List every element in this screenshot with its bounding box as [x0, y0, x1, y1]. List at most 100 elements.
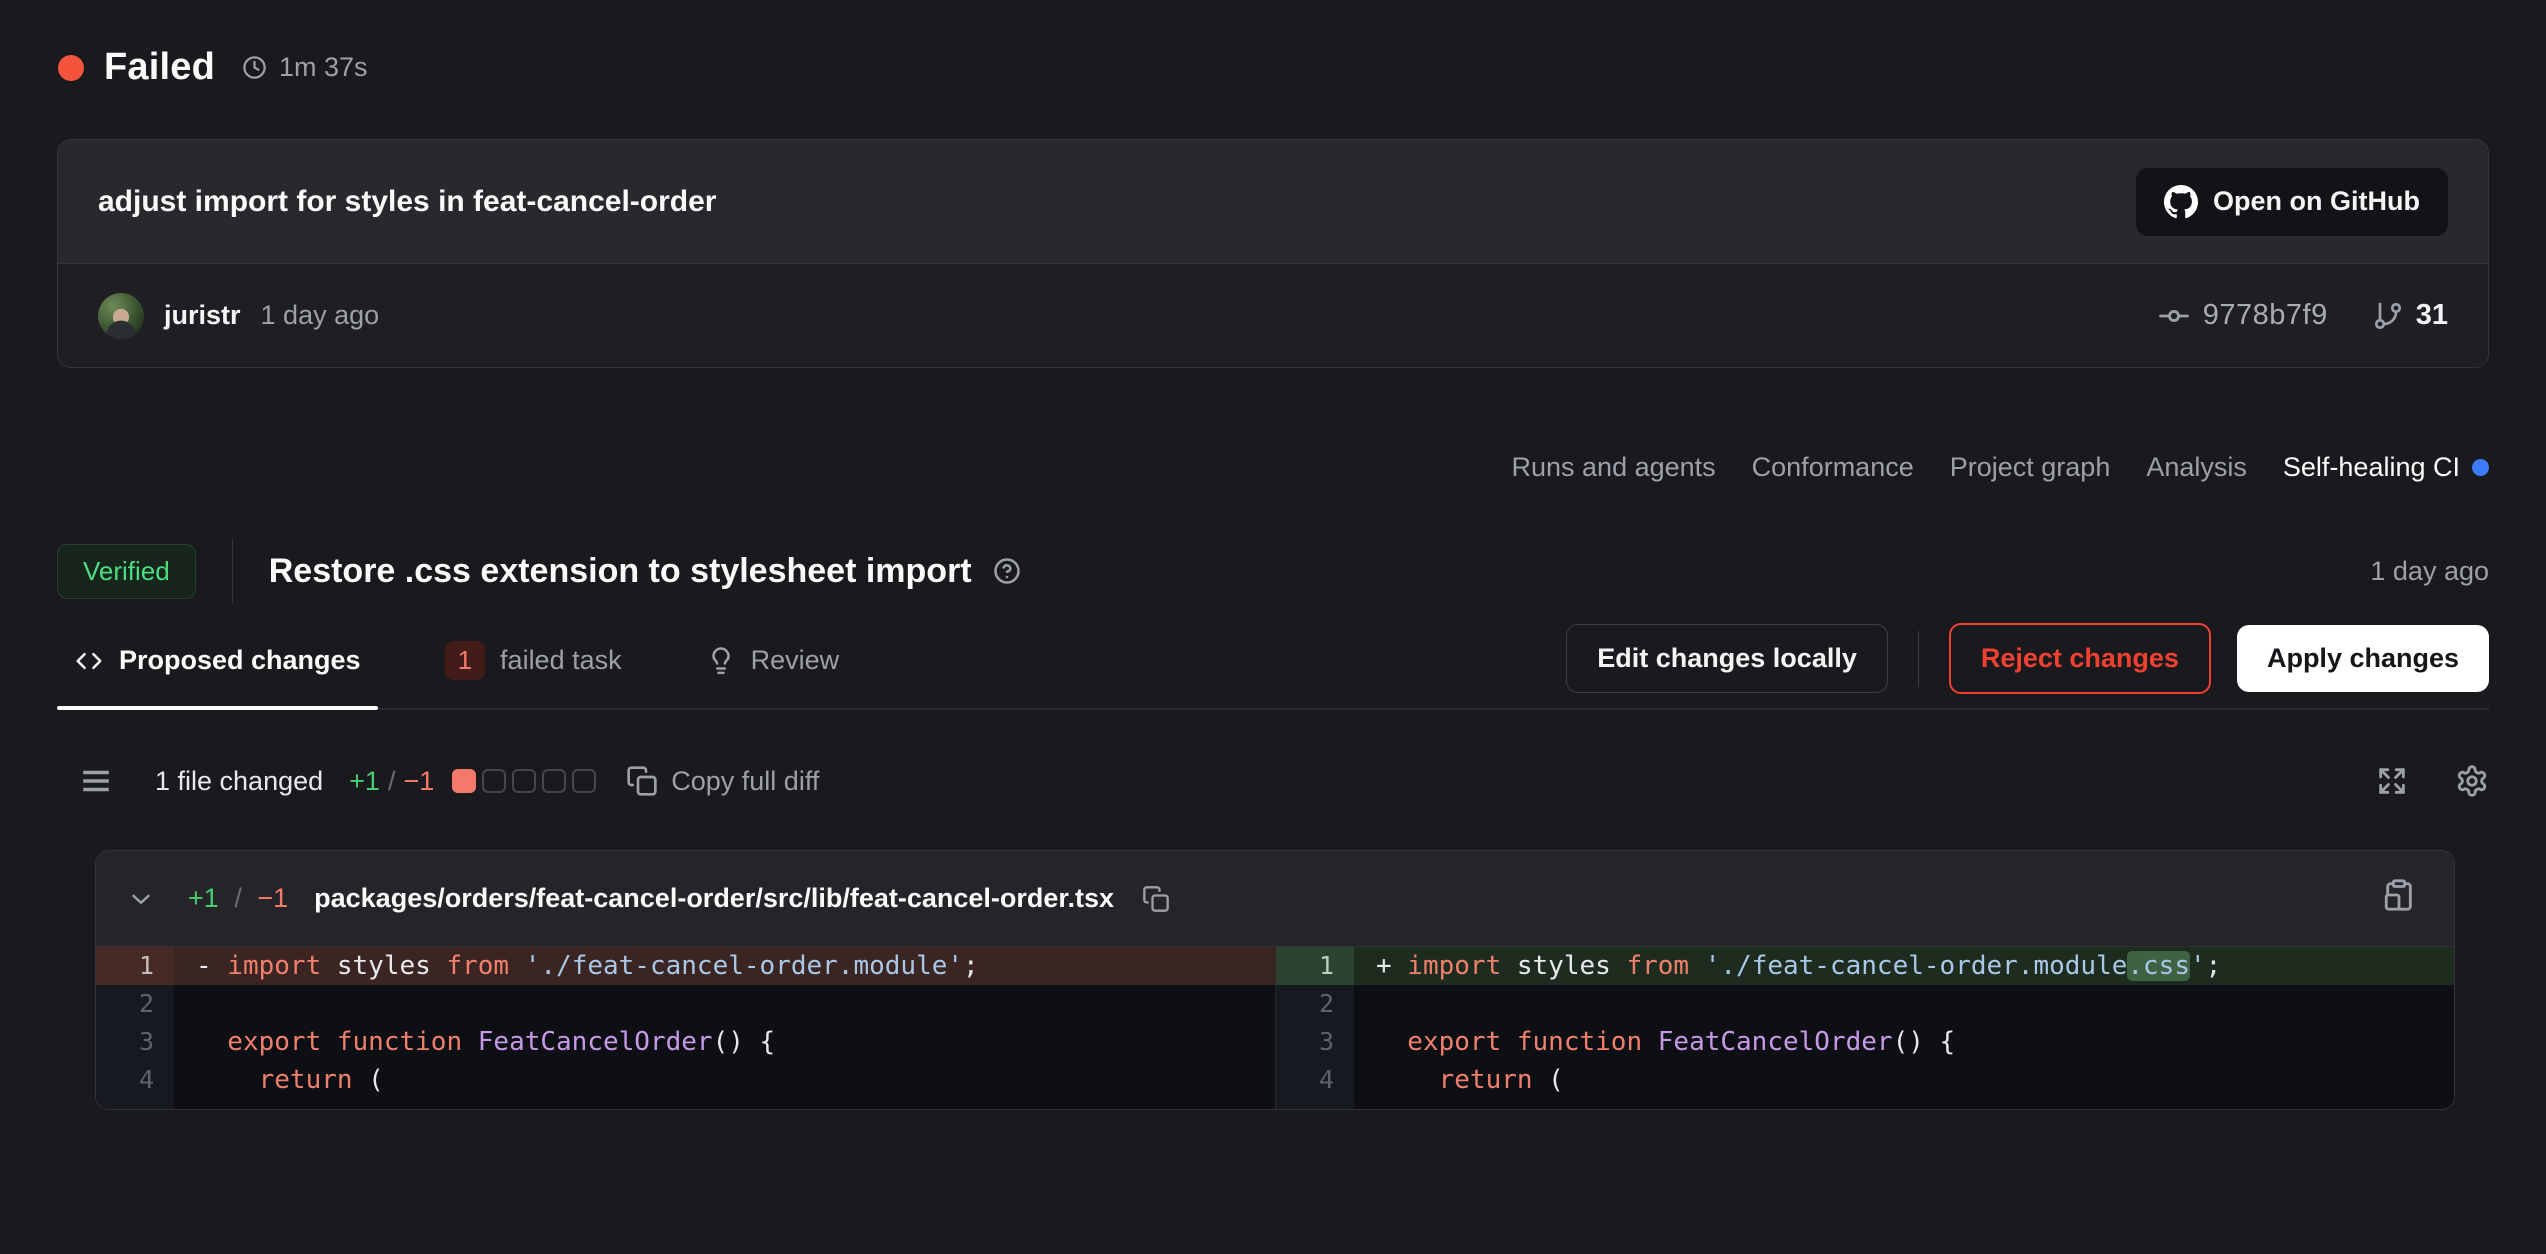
files-changed-label: 1 file changed: [155, 766, 323, 797]
notification-dot-icon: [2472, 459, 2489, 476]
code-column: +import styles from './feat-cancel-order…: [1354, 947, 2454, 1109]
commit-title: adjust import for styles in feat-cancel-…: [98, 185, 716, 219]
line-number: 3: [1276, 1023, 1354, 1061]
author-name: juristr: [164, 300, 241, 331]
git-branch-icon: [2372, 300, 2404, 332]
nav-item-self-healing-ci-label: Self-healing CI: [2283, 452, 2460, 483]
commit-sha: 9778b7f9: [2203, 299, 2328, 332]
diff-toolbar: 1 file changed +1 / −1 Copy full diff: [79, 764, 2489, 798]
code-line: [174, 985, 1275, 1023]
copy-icon: [626, 765, 658, 797]
help-icon[interactable]: [992, 556, 1022, 586]
workspace-nav: Runs and agents Conformance Project grap…: [0, 368, 2546, 483]
line-number-gutter: 1234: [1276, 947, 1354, 1109]
copy-full-diff-button[interactable]: Copy full diff: [626, 765, 819, 797]
open-on-github-label: Open on GitHub: [2213, 186, 2420, 217]
diffstat-block: [542, 769, 566, 793]
pipeline-status-row: Failed 1m 37s: [0, 0, 2546, 89]
copy-file-diff-icon[interactable]: [2382, 878, 2416, 912]
settings-gear-icon[interactable]: [2455, 764, 2489, 798]
diff-marker: +: [1376, 947, 1407, 985]
tab-review-label: Review: [751, 645, 840, 676]
line-number: 4: [1276, 1061, 1354, 1099]
diff-marker: -: [196, 947, 227, 985]
line-number: 2: [96, 985, 174, 1023]
nav-item-project-graph[interactable]: Project graph: [1950, 452, 2111, 483]
runs-link[interactable]: 31: [2372, 299, 2448, 332]
chevron-down-icon[interactable]: [126, 884, 156, 914]
nav-item-conformance[interactable]: Conformance: [1752, 452, 1914, 483]
tab-review[interactable]: Review: [689, 619, 857, 708]
code-line: export function FeatCancelOrder() {: [1354, 1023, 2454, 1061]
commit-card: adjust import for styles in feat-cancel-…: [57, 139, 2489, 368]
nav-item-analysis[interactable]: Analysis: [2146, 452, 2247, 483]
code-column: -import styles from './feat-cancel-order…: [174, 947, 1275, 1109]
open-on-github-button[interactable]: Open on GitHub: [2136, 168, 2448, 236]
code-line: return (: [174, 1061, 1275, 1099]
file-deletions: −1: [257, 883, 288, 913]
apply-changes-button[interactable]: Apply changes: [2237, 625, 2489, 692]
commit-time: 1 day ago: [261, 300, 380, 331]
stat-separator: /: [380, 766, 404, 797]
commit-card-bottom: juristr 1 day ago 9778b7f9 31: [58, 263, 2488, 367]
expand-icon[interactable]: [2375, 764, 2409, 798]
tab-failed-task[interactable]: 1 failed task: [428, 619, 639, 708]
file-additions: +1: [188, 883, 219, 913]
file-stat-separator: /: [226, 883, 250, 913]
file-list-menu-icon[interactable]: [79, 764, 113, 798]
line-number: 4: [96, 1061, 174, 1099]
diff-pane-new: 1234+import styles from './feat-cancel-o…: [1275, 947, 2454, 1109]
lightbulb-icon: [706, 646, 736, 676]
line-number: 1: [96, 947, 174, 985]
copy-path-icon[interactable]: [1142, 885, 1170, 913]
failed-status-dot-icon: [58, 55, 84, 81]
fix-title: Restore .css extension to stylesheet imp…: [269, 552, 972, 591]
pipeline-duration: 1m 37s: [279, 52, 368, 83]
tab-proposed-changes[interactable]: Proposed changes: [57, 619, 378, 708]
file-path: packages/orders/feat-cancel-order/src/li…: [314, 883, 1114, 914]
tab-failed-task-label: failed task: [500, 645, 622, 676]
deletions-count: −1: [403, 766, 434, 797]
fix-heading-row: Verified Restore .css extension to style…: [57, 539, 2489, 603]
avatar[interactable]: [98, 293, 144, 339]
code-icon: [74, 646, 104, 676]
diffstat-block: [512, 769, 536, 793]
commit-card-top: adjust import for styles in feat-cancel-…: [58, 140, 2488, 263]
diffstat-block: [452, 769, 476, 793]
diff-file-header[interactable]: +1 / −1 packages/orders/feat-cancel-orde…: [96, 851, 2454, 947]
diff-panes: 1234-import styles from './feat-cancel-o…: [96, 947, 2454, 1109]
github-icon: [2164, 185, 2198, 219]
reject-changes-button[interactable]: Reject changes: [1949, 623, 2211, 694]
diff-pane-old: 1234-import styles from './feat-cancel-o…: [96, 947, 1275, 1109]
runs-count: 31: [2416, 299, 2448, 332]
divider: [1918, 631, 1919, 687]
code-line: [1354, 985, 2454, 1023]
divider: [232, 539, 233, 603]
additions-count: +1: [349, 766, 380, 797]
nav-item-runs-and-agents[interactable]: Runs and agents: [1512, 452, 1716, 483]
code-line: +import styles from './feat-cancel-order…: [1354, 947, 2454, 985]
line-number-gutter: 1234: [96, 947, 174, 1109]
diffstat-blocks: [452, 769, 596, 793]
edit-changes-locally-button[interactable]: Edit changes locally: [1566, 624, 1888, 693]
clock-icon: [241, 54, 268, 81]
line-number: 2: [1276, 985, 1354, 1023]
fix-time: 1 day ago: [2370, 556, 2489, 587]
diff-file-container: +1 / −1 packages/orders/feat-cancel-orde…: [95, 850, 2455, 1110]
commit-sha-link[interactable]: 9778b7f9: [2157, 299, 2328, 333]
verified-badge: Verified: [57, 544, 196, 599]
code-line: -import styles from './feat-cancel-order…: [174, 947, 1275, 985]
git-commit-icon: [2157, 299, 2191, 333]
fix-tabs-row: Proposed changes 1 failed task Review Ed…: [57, 619, 2489, 710]
pipeline-status-label: Failed: [104, 46, 215, 89]
code-line: export function FeatCancelOrder() {: [174, 1023, 1275, 1061]
line-number: 1: [1276, 947, 1354, 985]
diffstat-block: [482, 769, 506, 793]
nav-item-self-healing-ci[interactable]: Self-healing CI: [2283, 452, 2489, 483]
line-number: 3: [96, 1023, 174, 1061]
failed-task-count-badge: 1: [445, 641, 485, 680]
diffstat-block: [572, 769, 596, 793]
tab-proposed-changes-label: Proposed changes: [119, 645, 361, 676]
copy-full-diff-label: Copy full diff: [671, 766, 819, 797]
code-line: return (: [1354, 1061, 2454, 1099]
